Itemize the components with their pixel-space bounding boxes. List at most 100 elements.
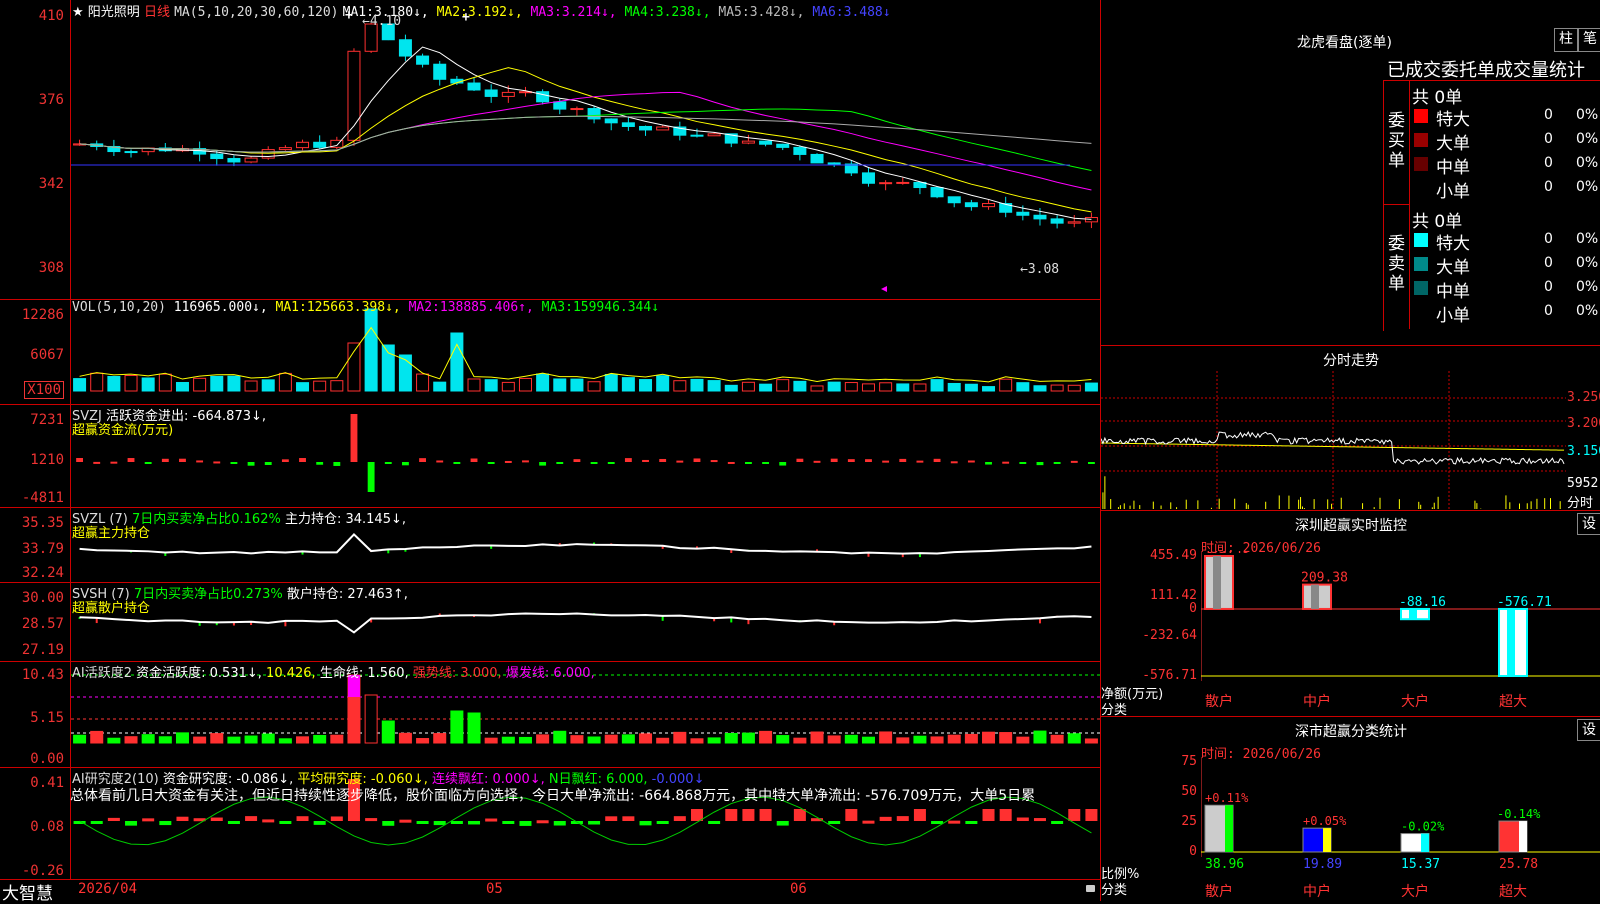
tick-mode-button[interactable]: 笔 xyxy=(1578,28,1600,52)
order-count: 0 xyxy=(1544,279,1553,295)
intraday-panel[interactable]: 分时走势 3.250 3.200 3.150 5952 分时 xyxy=(1100,345,1600,511)
volume-bar xyxy=(158,373,172,392)
candlestick xyxy=(124,151,138,154)
burst-line-value: 爆发线: 6.000, xyxy=(505,666,595,681)
volume-bar xyxy=(141,377,155,392)
lock-icon[interactable] xyxy=(1086,885,1095,892)
activity-bar xyxy=(416,738,430,744)
order-percent: 0% xyxy=(1576,279,1599,295)
sz-class-panel: 深市超赢分类统计 设 时间: 2026/06/26 75 50 25 0 +0.11%… xyxy=(1100,716,1600,901)
activity-bar xyxy=(707,737,721,744)
kline-y-tick: 376 xyxy=(38,92,64,108)
fund-flow-bar xyxy=(419,458,427,462)
activity-bar xyxy=(193,736,207,744)
retail-holding-y-tick: 28.57 xyxy=(21,616,64,632)
candlestick xyxy=(553,101,567,110)
fund-flow-subtitle: 超赢资金流(万元) xyxy=(72,423,174,438)
volume-bar xyxy=(73,378,87,392)
ai-research-panel[interactable]: 0.41 0.08 -0.26 AI研究度2(10) 资金研究度: -0.086… xyxy=(0,767,1100,880)
candlestick xyxy=(741,140,755,144)
volume-panel[interactable]: 12286 6067 X100 VOL(5,10,20) 116965.000↓… xyxy=(0,299,1100,405)
moving-average-line xyxy=(79,115,1092,153)
fund-flow-bar xyxy=(401,462,409,466)
fund-flow-bar xyxy=(916,460,924,463)
bar-mode-button[interactable]: 柱 xyxy=(1554,28,1578,52)
volume-bar xyxy=(982,386,996,392)
candlestick xyxy=(587,108,601,120)
ma6-label: MA6: xyxy=(812,5,844,20)
main-holding-panel[interactable]: 35.35 33.79 32.24 SVZL (7) 7日内买卖净占比0.162… xyxy=(0,507,1100,583)
research-bar xyxy=(433,821,446,826)
sz-class-value: 38.96 xyxy=(1205,857,1245,872)
candlestick xyxy=(861,172,875,184)
candlestick xyxy=(896,181,910,184)
order-count: 0 xyxy=(1544,155,1553,171)
research-bar xyxy=(639,821,652,826)
ai-activity-panel[interactable]: 10.43 5.15 0.00 AI活跃度2 资金活跃度: 0.531↓, 10… xyxy=(0,661,1100,768)
main-holding-y-tick: 35.35 xyxy=(21,515,64,531)
fund-flow-panel[interactable]: 7231 1210 -4811 SVZJ 活跃资金进出: -664.873↓, … xyxy=(0,404,1100,508)
kline-panel[interactable]: 410 376 342 308 ★ 阳光照明 日线 MA(5,10,20,30,… xyxy=(0,0,1100,300)
candlestick xyxy=(656,126,670,131)
volume-bar xyxy=(604,373,618,392)
kline-chart[interactable] xyxy=(71,0,1100,299)
order-percent: 0% xyxy=(1576,107,1599,123)
order-percent: 0% xyxy=(1576,179,1599,195)
order-count: 0 xyxy=(1544,107,1553,123)
volume-bar xyxy=(776,379,790,392)
sz-monitor-bar-stripe xyxy=(1311,584,1319,609)
vol-ma3-value: 159946.344↓ xyxy=(572,300,660,315)
favorite-star-icon[interactable]: ★ xyxy=(72,5,84,20)
fund-flow-bar xyxy=(882,460,890,463)
volume-bar xyxy=(861,383,875,392)
research-bar xyxy=(468,821,481,825)
activity-bar xyxy=(896,737,910,744)
volume-y-tick: 12286 xyxy=(21,307,64,323)
kline-plot[interactable] xyxy=(71,0,1100,299)
candlestick xyxy=(793,146,807,155)
volume-bar xyxy=(964,383,978,392)
order-count: 0 xyxy=(1544,303,1553,319)
order-size-label: 中单 xyxy=(1436,158,1470,178)
research-bar xyxy=(896,816,909,821)
research-bar xyxy=(862,820,875,824)
fund-flow-bar xyxy=(590,462,598,464)
sz-monitor-settings-button[interactable]: 设 xyxy=(1577,513,1600,535)
sz-class-settings-button[interactable]: 设 xyxy=(1577,719,1600,741)
holding-line xyxy=(79,612,1092,634)
volume-bar xyxy=(467,378,481,392)
main-holding-y-tick: 33.79 xyxy=(21,541,64,557)
ai-research-y-tick: 0.41 xyxy=(30,775,64,791)
fund-flow-bar xyxy=(436,460,444,463)
candlestick xyxy=(501,91,515,97)
dragon-tiger-panel: 龙虎看盘(逐单) 柱 笔 已成交委托单成交量统计 委买单 共 0单 特大 0 0% 大… xyxy=(1100,0,1600,345)
research-bar xyxy=(536,820,549,824)
volume-bar xyxy=(501,381,515,392)
fund-flow-bar xyxy=(1002,461,1010,464)
fund-flow-bar xyxy=(127,458,135,462)
fund-flow-bar xyxy=(247,462,255,466)
candlestick xyxy=(278,147,292,151)
order-percent: 0% xyxy=(1576,303,1599,319)
order-color-swatch xyxy=(1414,109,1428,123)
candlestick xyxy=(1050,218,1064,224)
ai-activity-y-tick: 10.43 xyxy=(21,667,64,683)
ma4-value: 3.238↓, xyxy=(655,5,711,20)
volume-bar xyxy=(210,375,224,392)
retail-holding-panel[interactable]: 30.00 28.57 27.19 SVSH (7) 7日内买卖净占比0.273… xyxy=(0,582,1100,662)
activity-bar xyxy=(913,735,927,744)
fund-flow-bar xyxy=(213,461,221,464)
activity-bar xyxy=(570,735,584,744)
activity-bar xyxy=(930,736,944,744)
brand-logo[interactable]: 大智慧 xyxy=(2,879,53,904)
research-bar xyxy=(142,818,155,822)
retail-holding-y-tick: 30.00 xyxy=(21,590,64,606)
order-size-label: 特大 xyxy=(1436,234,1470,254)
intraday-chart[interactable] xyxy=(1101,371,1566,509)
period-label[interactable]: 日线 xyxy=(144,5,170,20)
activity-bar xyxy=(1050,734,1064,744)
ai-activity-label: AI活跃度2 xyxy=(72,666,132,681)
research-bar xyxy=(690,809,703,821)
activity-bar xyxy=(639,733,653,744)
candlestick xyxy=(416,55,430,65)
